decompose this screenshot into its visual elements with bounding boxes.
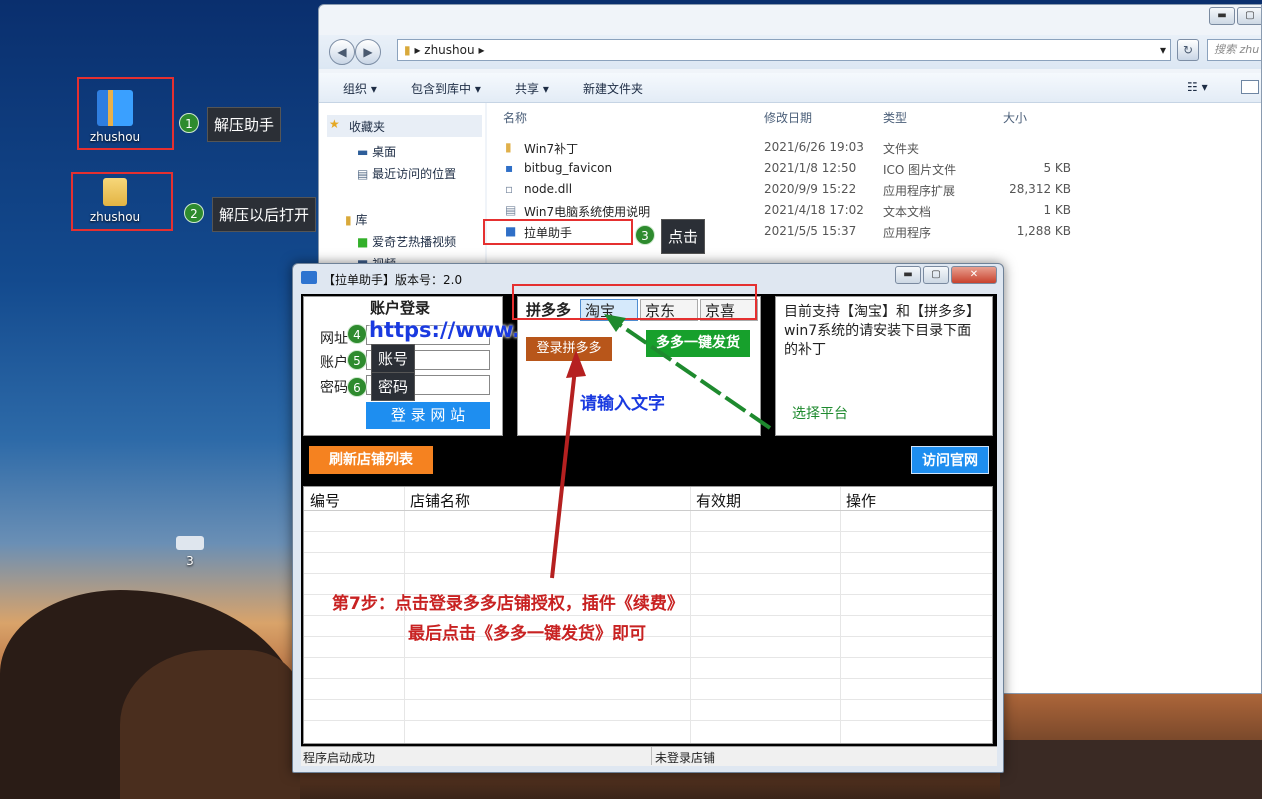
green-arrow-head (604, 314, 626, 332)
red-arrow-line (550, 359, 578, 579)
annotation-arrows (550, 314, 772, 579)
green-arrow-line (608, 316, 772, 430)
red-arrow-head (566, 350, 586, 378)
